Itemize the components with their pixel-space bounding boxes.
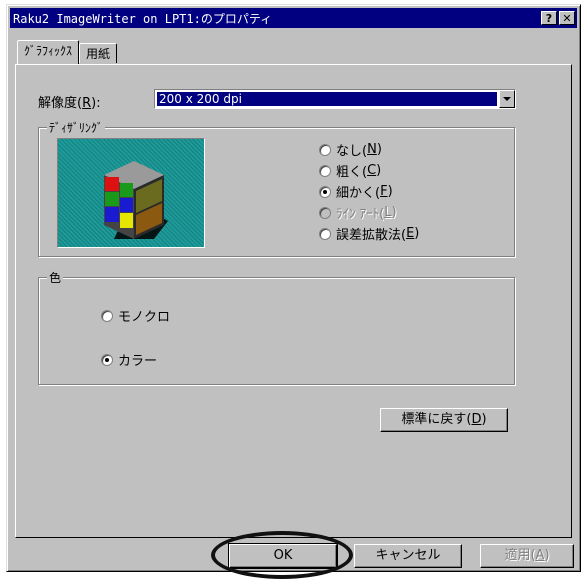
dither-none-radio[interactable]: なし(N) [319,140,382,159]
dither-error-diffusion-radio[interactable]: 誤差拡散法(E) [319,224,419,243]
properties-dialog: Raku2 ImageWriter on LPT1:のプロパティ ? ✕ ｸﾞﾗ… [6,4,581,579]
color-group-label: 色 [47,269,64,286]
radio-icon [319,164,331,177]
color-color-radio[interactable]: カラー [101,350,157,369]
radio-icon [101,309,113,322]
dither-coarse-radio[interactable]: 粗く(C) [319,161,381,180]
resolution-dropdown[interactable]: 200 x 200 dpi [154,89,516,109]
cancel-button[interactable]: キャンセル [354,544,462,568]
radio-checked-icon [319,185,331,198]
radio-icon [319,206,331,219]
color-mono-radio[interactable]: モノクロ [101,306,170,325]
ok-button[interactable]: OK [228,543,338,569]
title-bar: Raku2 ImageWriter on LPT1:のプロパティ ? ✕ [10,8,577,28]
tab-graphics[interactable]: ｸﾞﾗﾌｨｯｸｽ [17,40,80,64]
dithering-group: ﾃﾞｨｻﾞﾘﾝｸﾞ なし(N) 粗く(C) 細かく(F) ﾗｲﾝ ｱｰﾄ… [38,119,515,257]
color-group: 色 モノクロ カラー [38,269,515,385]
cube-preview-icon [104,161,168,239]
radio-checked-icon [101,353,113,366]
dithering-group-label: ﾃﾞｨｻﾞﾘﾝｸﾞ [47,119,106,136]
dithering-preview [57,138,205,248]
resolution-label: 解像度(R): [38,96,101,111]
tab-strip: ｸﾞﾗﾌｨｯｸｽ 用紙 [17,40,118,64]
dropdown-arrow-icon[interactable] [499,90,515,108]
help-button[interactable]: ? [541,11,557,25]
radio-icon [319,227,331,240]
tab-paper[interactable]: 用紙 [79,43,118,63]
radio-icon [319,143,331,156]
resolution-value: 200 x 200 dpi [157,92,497,106]
dither-fine-radio[interactable]: 細かく(F) [319,182,393,201]
apply-button: 適用(A) [480,544,574,568]
restore-defaults-button[interactable]: 標準に戻す(D) [380,408,508,432]
close-button[interactable]: ✕ [559,11,575,25]
window-title: Raku2 ImageWriter on LPT1:のプロパティ [13,11,273,26]
dither-lineart-radio: ﾗｲﾝ ｱｰﾄ(L) [319,203,397,222]
graphics-panel: 解像度(R): 200 x 200 dpi ﾃﾞｨｻﾞﾘﾝｸﾞ なし(N) … [15,64,572,538]
